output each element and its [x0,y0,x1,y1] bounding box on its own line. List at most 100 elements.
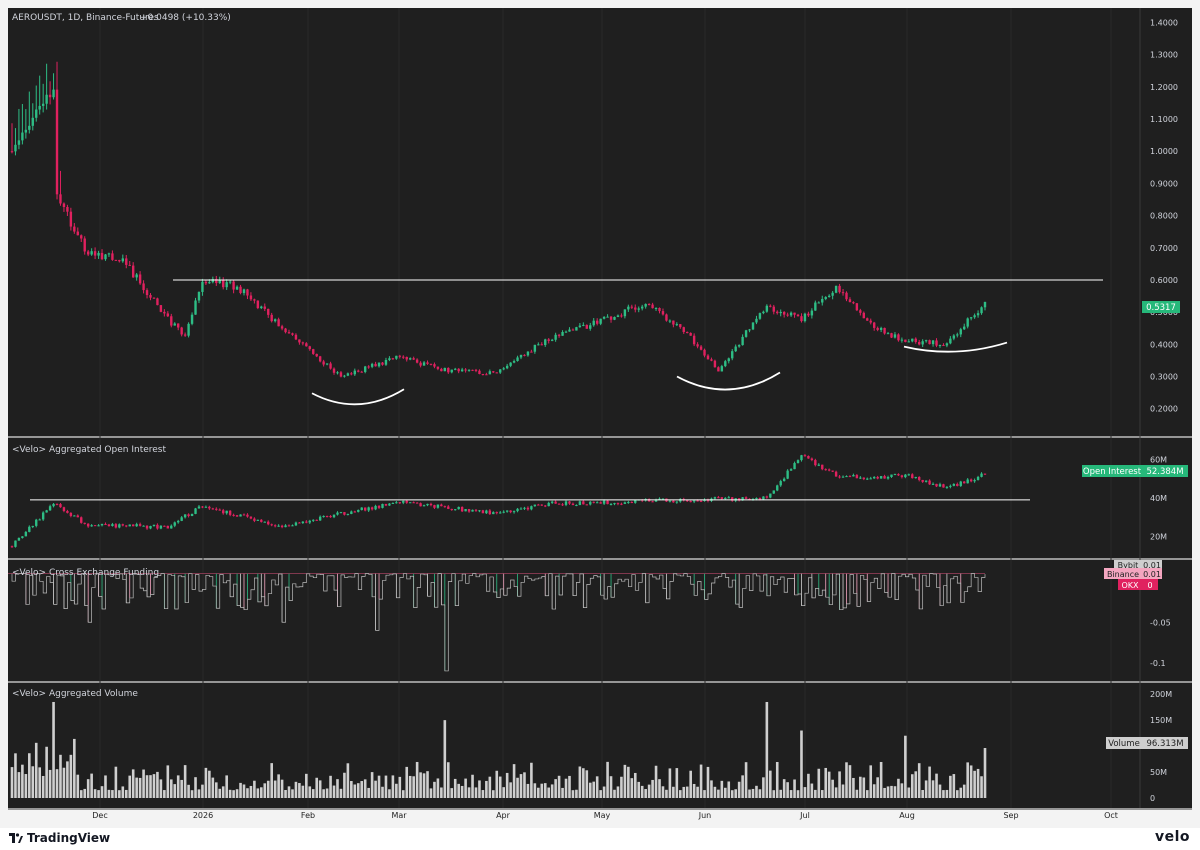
price-candle [793,312,796,315]
oi-candle [350,511,353,514]
volume-bar [124,789,128,798]
oi-candle [533,504,537,507]
price-candle [429,363,433,365]
oi-candle [931,483,935,485]
volume-bar [845,762,848,798]
volume-bar [533,783,537,798]
volume-bar [474,787,478,798]
price-candle [616,315,620,317]
volume-bar [751,788,755,798]
oi-candle [460,506,464,512]
oi-candle [145,525,149,529]
volume-bar [225,775,228,798]
price-candle [260,306,263,309]
price-candle [412,358,415,360]
price-candle [744,330,748,337]
price-candle [817,302,820,304]
volume-bar [176,775,180,798]
oi-candle [983,473,987,475]
volume-bar [114,766,118,798]
volume-bar [897,778,900,798]
oi-candle [949,485,952,487]
price-y-tick-1.3000: 1.3000 [1150,51,1178,60]
volume-bar [183,765,187,798]
price-candle [803,313,807,322]
price-candle [502,368,505,370]
tradingview-logo-icon [9,833,23,843]
volume-bar [481,790,485,798]
price-candle [253,299,256,301]
price-candle [86,251,90,255]
volume-bar [737,781,741,798]
volume-bar [855,789,859,798]
volume-bar [779,789,783,798]
volume-bar [280,779,284,798]
oi-candle [159,525,163,529]
price-candle [125,258,128,265]
volume-bar [221,786,225,798]
volume-bar [356,783,360,798]
volume-bar [31,766,35,798]
price-candle [156,298,159,306]
volume-bar [346,763,350,798]
open-interest-name: Open Interest [1083,467,1142,477]
oi-candle [872,476,876,479]
volume-bar [256,788,260,798]
oi-candle [263,521,266,523]
oi-candle [845,476,848,478]
oi-candle [969,479,973,482]
price-candle [474,369,478,371]
volume-y-tick-50M: 50M [1150,768,1167,777]
volume-bar [273,780,277,798]
volume-bar [838,771,841,798]
oi-candle [571,503,575,506]
volume-bar [620,776,623,798]
price-candle [97,252,100,256]
oi-candle [914,476,917,479]
price-candle [841,292,845,294]
price-candle [786,314,789,316]
oi-candle [211,508,215,510]
volume-bar [689,770,692,798]
oi-candle [824,469,827,471]
oi-candle [426,503,429,506]
oi-candle [848,476,852,478]
oi-candle [228,510,232,515]
oi-candle [769,493,772,498]
volume-bar [983,748,987,798]
oi-candle [447,506,450,509]
volume-bar [869,765,873,798]
price-candle [190,314,194,324]
oi-candle [73,515,76,517]
oi-candle [121,524,125,526]
price-candle [152,297,156,299]
volume-bar [917,763,921,798]
price-candle [24,129,28,133]
price-candle [686,332,689,334]
volume-bar [128,775,132,798]
price-candle [585,324,588,329]
price-candle [789,312,793,316]
volume-bar [249,785,253,798]
volume-bar [138,777,142,798]
price-candle [879,327,883,330]
oi-candle [841,476,845,478]
oi-candle [530,506,533,510]
oi-candle [294,522,298,526]
volume-bar [834,787,838,798]
oi-candle [284,525,287,528]
tradingview-logo[interactable]: TradingView [9,831,110,845]
funding-okx-value: 0 [1147,581,1152,590]
volume-bar [460,785,464,798]
oi-candle [765,496,769,498]
volume-bar [391,775,395,798]
price-candle [145,290,149,296]
price-candle [921,341,924,345]
x-tick-Dec: Dec [92,811,107,820]
volume-bar [21,764,24,798]
oi-y-tick-20M: 20M [1150,533,1167,542]
price-candle [810,310,814,316]
volume-bar [266,780,270,798]
price-candle [201,281,204,292]
x-tick-Oct: Oct [1104,811,1118,820]
